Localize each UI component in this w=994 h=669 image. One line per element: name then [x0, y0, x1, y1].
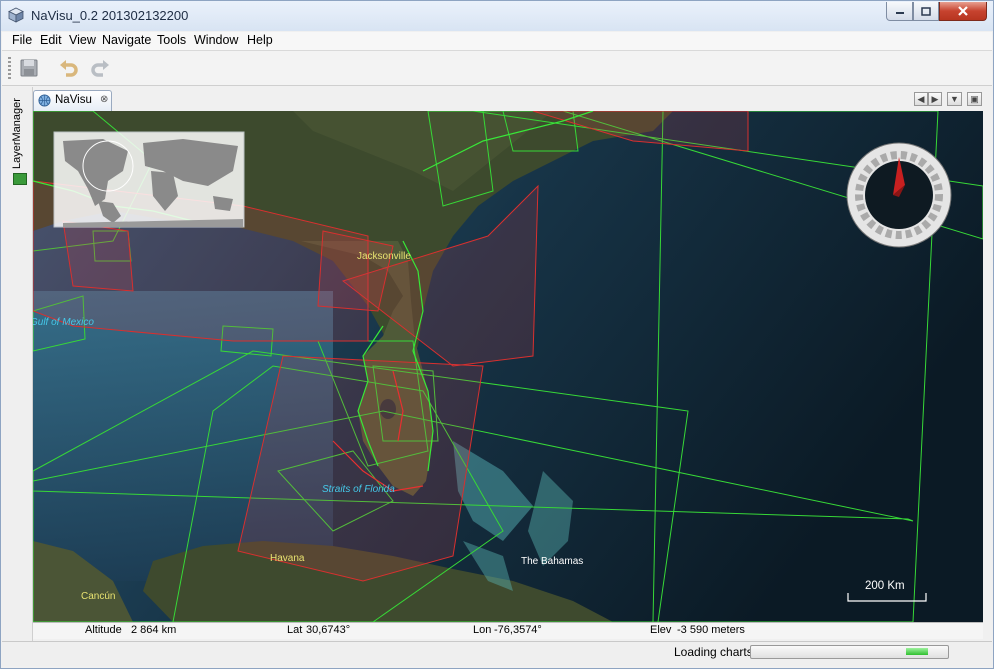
overview-inset-map[interactable] — [53, 131, 245, 228]
maximize-icon — [921, 6, 931, 16]
maximize-button[interactable] — [913, 2, 939, 21]
lat-value: 30,6743° — [306, 624, 351, 636]
place-label-gulf: Gulf of Mexico — [33, 317, 94, 328]
map-view[interactable]: Jacksonville Gulf of Mexico Straits of F… — [33, 111, 983, 622]
coordinate-bar: Altitude 2 864 km Lat 30,6743° Lon -76,3… — [33, 622, 983, 639]
menu-help[interactable]: Help — [247, 33, 273, 47]
lon-label: Lon — [473, 624, 492, 636]
place-label-bahamas: The Bahamas — [521, 556, 584, 567]
loading-progress-bar — [750, 645, 949, 659]
layer-manager-tab[interactable]: LayerManager — [11, 98, 25, 169]
menu-edit[interactable]: Edit — [40, 33, 62, 47]
globe-map[interactable] — [33, 111, 983, 622]
scale-label: 200 Km — [865, 580, 905, 592]
redo-icon — [91, 60, 109, 77]
compass-icon[interactable] — [846, 142, 952, 248]
close-button[interactable] — [939, 2, 987, 21]
app-window: NaVisu_0.2 201302132200 File Edit View N… — [0, 0, 994, 669]
side-panel-strip: LayerManager — [2, 87, 33, 642]
minimize-icon — [895, 12, 904, 14]
altitude-label: Altitude — [85, 624, 122, 636]
layer-manager-label: LayerManager — [11, 98, 23, 169]
progress-indicator — [906, 648, 928, 655]
altitude-value: 2 864 km — [131, 624, 177, 636]
tab-list-dropdown-button[interactable]: ▼ — [947, 92, 962, 106]
minimize-button[interactable] — [886, 2, 913, 21]
tab-close-icon[interactable]: ⊗ — [100, 94, 108, 105]
tab-navisu[interactable]: NaVisu ⊗ — [33, 90, 112, 111]
editor-tab-row: NaVisu ⊗ ◀ ▶ ▼ ▣ — [33, 90, 988, 111]
menu-window[interactable]: Window — [194, 33, 238, 47]
place-label-straits: Straits of Florida — [322, 484, 395, 495]
globe-icon — [38, 94, 51, 107]
window-title: NaVisu_0.2 201302132200 — [31, 8, 189, 23]
toolbar — [2, 51, 992, 86]
toolbar-grip[interactable] — [8, 57, 11, 79]
tab-scroll-left-button[interactable]: ◀ — [914, 92, 928, 106]
place-label-havana: Havana — [270, 553, 305, 564]
place-label-jacksonville: Jacksonville — [357, 251, 411, 262]
menu-view[interactable]: View — [69, 33, 96, 47]
place-label-cancun: Cancún — [81, 591, 116, 602]
elev-label: Elev — [650, 624, 672, 636]
tab-scroll-right-button[interactable]: ▶ — [928, 92, 942, 106]
redo-button[interactable] — [87, 56, 113, 80]
elev-value: -3 590 meters — [677, 624, 745, 636]
menu-file[interactable]: File — [12, 33, 32, 47]
lon-value: -76,3574° — [494, 624, 542, 636]
menu-bar: File Edit View Navigate Tools Window Hel… — [2, 32, 992, 51]
tab-label: NaVisu — [55, 94, 92, 106]
save-icon — [20, 59, 38, 77]
status-text: Loading charts — [674, 645, 753, 659]
undo-button[interactable] — [56, 56, 82, 80]
status-bar: Loading charts — [2, 641, 992, 666]
undo-icon — [60, 60, 78, 77]
lat-label: Lat — [287, 624, 303, 636]
layers-icon[interactable] — [13, 173, 27, 185]
maximize-tab-button[interactable]: ▣ — [967, 92, 982, 106]
title-bar: NaVisu_0.2 201302132200 — [1, 1, 993, 31]
menu-navigate[interactable]: Navigate — [102, 33, 151, 47]
menu-tools[interactable]: Tools — [157, 33, 186, 47]
app-cube-icon — [8, 7, 24, 23]
close-icon — [958, 6, 968, 16]
save-button[interactable] — [16, 56, 42, 80]
chart-outline — [62, 220, 134, 292]
